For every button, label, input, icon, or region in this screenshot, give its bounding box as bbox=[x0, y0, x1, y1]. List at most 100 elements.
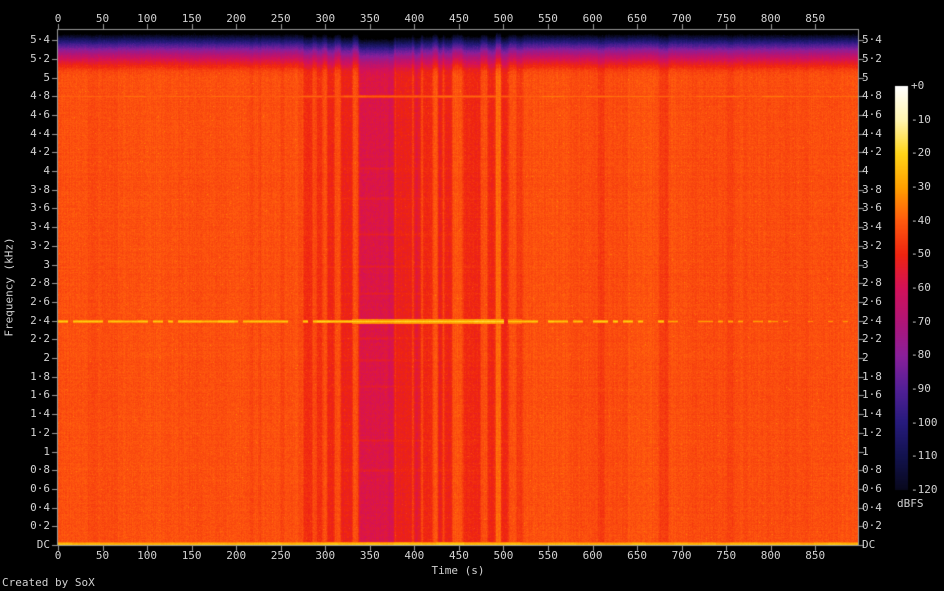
x-tick-label-top: 700 bbox=[671, 12, 692, 25]
x-tick-label-bottom: 600 bbox=[582, 549, 603, 562]
y-tick-label-left: 2·4 bbox=[30, 313, 50, 327]
x-tick-label-top: 450 bbox=[448, 12, 469, 25]
x-tick-label-bottom: 200 bbox=[226, 549, 247, 562]
colorbar-tick-label: -100 bbox=[911, 415, 938, 429]
x-tick-label-top: 300 bbox=[315, 12, 336, 25]
x-tick-label-bottom: 350 bbox=[359, 549, 380, 562]
y-tick-label-right: 2·2 bbox=[862, 332, 882, 346]
y-tick-label-left: 0·4 bbox=[30, 500, 50, 514]
x-axis-title: Time (s) bbox=[431, 564, 485, 577]
x-tick-label-top: 600 bbox=[582, 12, 603, 25]
y-tick-label-right: 1·4 bbox=[862, 407, 882, 421]
y-tick-label-left: 5·4 bbox=[30, 33, 50, 47]
y-tick-label-right: 3·8 bbox=[862, 182, 882, 196]
y-tick-label-left: 1·6 bbox=[30, 388, 50, 402]
x-tick-label-top: 550 bbox=[538, 12, 558, 25]
y-tick-label-right: 4 bbox=[862, 164, 869, 178]
y-tick-label-right: 2·4 bbox=[862, 313, 882, 327]
y-tick-label-left: DC bbox=[36, 538, 50, 551]
y-tick-label-left: 3·8 bbox=[30, 182, 50, 196]
y-axis-title: Frequency (kHz) bbox=[2, 237, 16, 337]
y-tick-label-left: 5·2 bbox=[30, 51, 50, 65]
x-tick-label-top: 650 bbox=[627, 12, 647, 25]
x-tick-label-top: 100 bbox=[137, 12, 158, 25]
x-tick-label-top: 750 bbox=[716, 12, 737, 25]
y-tick-label-left: 0·6 bbox=[30, 481, 50, 495]
x-tick-label-top: 400 bbox=[404, 12, 425, 25]
x-tick-label-top: 200 bbox=[226, 12, 247, 25]
colorbar-tick-label: -10 bbox=[911, 112, 931, 126]
colorbar-tick-label: -80 bbox=[911, 348, 931, 362]
colorbar-tick-label: -70 bbox=[911, 314, 931, 328]
y-tick-label-right: 0·4 bbox=[862, 500, 882, 514]
y-tick-label-right: 2·6 bbox=[862, 294, 882, 308]
y-tick-label-left: 2 bbox=[43, 351, 50, 365]
colorbar-unit-label: dBFS bbox=[897, 497, 924, 510]
x-tick-label-top: 850 bbox=[805, 12, 826, 25]
y-tick-label-left: 4·8 bbox=[30, 89, 50, 103]
y-tick-label-left: 0·2 bbox=[30, 519, 50, 533]
y-tick-label-left: 2·2 bbox=[30, 332, 50, 346]
x-tick-label-bottom: 500 bbox=[493, 549, 514, 562]
y-tick-label-right: 5·4 bbox=[862, 33, 882, 47]
x-tick-label-bottom: 50 bbox=[95, 549, 110, 562]
y-tick-label-right: 2·8 bbox=[862, 276, 882, 290]
x-tick-label-bottom: 650 bbox=[627, 549, 647, 562]
x-tick-label-bottom: 150 bbox=[181, 549, 202, 562]
y-tick-label-right: 4·8 bbox=[862, 89, 882, 103]
colorbar-tick-label: +0 bbox=[911, 79, 925, 92]
colorbar-tick-label: -110 bbox=[911, 449, 938, 463]
x-tick-label-top: 50 bbox=[95, 12, 110, 25]
y-tick-label-left: 1 bbox=[43, 444, 50, 458]
x-tick-label-top: 350 bbox=[359, 12, 380, 25]
colorbar-tick-label: -90 bbox=[911, 382, 931, 395]
y-tick-label-right: 3 bbox=[862, 257, 869, 271]
x-tick-label-bottom: 300 bbox=[315, 549, 336, 562]
x-tick-label-top: 250 bbox=[270, 12, 291, 25]
x-tick-label-bottom: 800 bbox=[760, 549, 781, 562]
x-tick-label-bottom: 250 bbox=[270, 549, 291, 562]
y-tick-label-right: 0·8 bbox=[862, 463, 882, 477]
y-tick-label-right: 4·2 bbox=[862, 145, 882, 159]
y-tick-label-left: 4·4 bbox=[30, 126, 50, 140]
x-tick-label-top: 500 bbox=[493, 12, 514, 25]
y-tick-label-left: 3·2 bbox=[30, 238, 50, 252]
x-tick-label-top: 150 bbox=[181, 12, 202, 25]
y-tick-label-left: 4·6 bbox=[30, 107, 50, 121]
y-tick-label-right: 0·2 bbox=[862, 519, 882, 533]
y-tick-label-right: DC bbox=[862, 538, 876, 551]
x-tick-label-bottom: 400 bbox=[404, 549, 425, 562]
y-tick-label-left: 1·2 bbox=[30, 425, 50, 439]
y-tick-label-right: 0·6 bbox=[862, 481, 882, 495]
y-tick-label-left: 2·8 bbox=[30, 276, 50, 290]
y-tick-label-right: 1·2 bbox=[862, 425, 882, 439]
y-tick-label-right: 3·4 bbox=[862, 220, 882, 234]
spectrogram-canvas bbox=[0, 0, 944, 591]
y-tick-label-left: 4·2 bbox=[30, 145, 50, 159]
y-tick-label-right: 1·8 bbox=[862, 369, 882, 383]
y-tick-label-right: 2 bbox=[862, 351, 869, 365]
credit-text: Created by SoX bbox=[2, 576, 95, 589]
colorbar-tick-label: -40 bbox=[911, 213, 931, 227]
colorbar-tick-label: -120 bbox=[911, 483, 938, 496]
y-tick-label-left: 4 bbox=[43, 164, 50, 178]
x-tick-label-bottom: 100 bbox=[137, 549, 158, 562]
colorbar-tick-label: -30 bbox=[911, 180, 931, 193]
colorbar-tick-label: -50 bbox=[911, 247, 931, 261]
x-tick-label-bottom: 550 bbox=[538, 549, 558, 562]
y-tick-label-right: 1·6 bbox=[862, 388, 882, 402]
y-tick-label-left: 2·6 bbox=[30, 294, 50, 308]
x-tick-label-bottom: 850 bbox=[805, 549, 826, 562]
y-tick-label-left: 1·4 bbox=[30, 407, 50, 421]
x-tick-label-bottom: 450 bbox=[448, 549, 469, 562]
y-tick-label-left: 3 bbox=[43, 257, 50, 271]
colorbar-tick-label: -60 bbox=[911, 281, 931, 294]
x-tick-label-top: 800 bbox=[760, 12, 781, 25]
y-tick-label-right: 4·6 bbox=[862, 107, 882, 121]
y-tick-label-left: 3·6 bbox=[30, 201, 50, 215]
sox-spectrogram-window: 0 0 50 50 100 100 150 150 200 200 250 250 300 300 350 3… bbox=[0, 0, 944, 591]
y-tick-label-left: 3·4 bbox=[30, 220, 50, 234]
y-tick-label-right: 3·6 bbox=[862, 201, 882, 215]
y-tick-label-right: 3·2 bbox=[862, 238, 882, 252]
y-tick-label-left: 1·8 bbox=[30, 369, 50, 383]
